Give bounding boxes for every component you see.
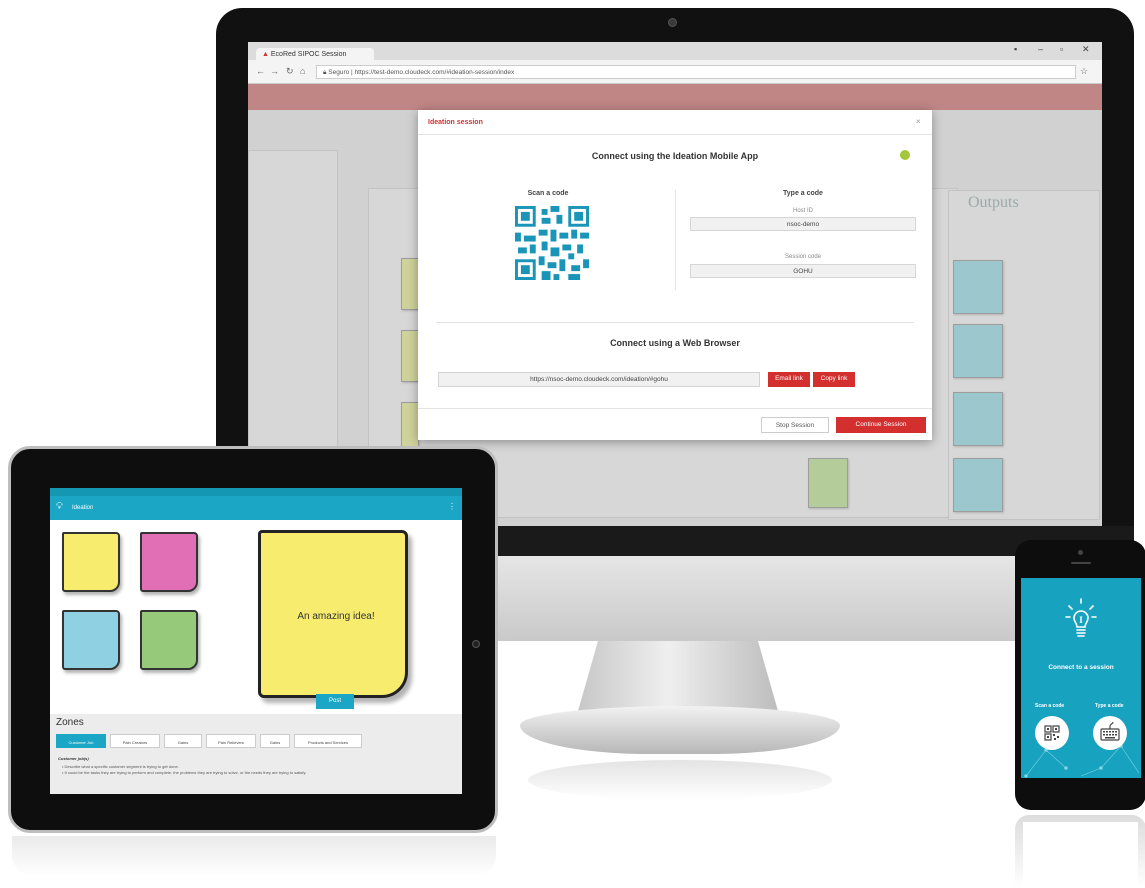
divider xyxy=(436,322,914,323)
phone-camera-icon xyxy=(1078,550,1083,555)
qr-code-icon xyxy=(1044,725,1060,741)
continue-session-button[interactable]: Continue Session xyxy=(836,417,926,433)
lightbulb-icon: 💡︎ xyxy=(56,501,63,512)
ideation-session-dialog: Ideation session × Connect using the Ide… xyxy=(418,110,932,440)
phone-screen: I Connect to a session Scan a code Type … xyxy=(1021,578,1141,778)
session-link-field[interactable]: https://nsoc-demo.cloudeck.com/ideation/… xyxy=(438,372,760,387)
divider xyxy=(418,134,932,135)
note-color-yellow[interactable] xyxy=(62,532,120,592)
restore-icon[interactable]: ▫ xyxy=(1060,44,1063,54)
keyboard-icon xyxy=(1100,721,1120,741)
zone-tab[interactable]: Customer Job xyxy=(56,734,106,748)
zone-tab[interactable]: Pain Creators xyxy=(110,734,160,748)
scan-code-label: Scan a code xyxy=(527,190,569,197)
phone-title: Connect to a session xyxy=(1048,664,1114,671)
tablet-reflection xyxy=(12,836,496,876)
web-browser-heading: Connect using a Web Browser xyxy=(610,338,740,348)
host-id-label: Host ID xyxy=(792,208,813,214)
browser-tab-bar: ▲ EcoRed SIPOC Session ▪ – ▫ ✕ xyxy=(248,42,1102,62)
tab-favicon-icon: ▲ xyxy=(262,51,269,58)
url-text: https://test-demo.cloudeck.com/#ideation… xyxy=(354,69,515,76)
bookmark-star-icon[interactable]: ☆ xyxy=(1080,66,1088,77)
zones-panel: Zones Customer Job Pain Creators Gains P… xyxy=(50,714,462,794)
minimize-icon[interactable]: – xyxy=(1038,44,1043,54)
webcam-icon xyxy=(668,18,677,27)
monitor-stand-neck xyxy=(578,641,778,711)
note-editor[interactable]: An amazing idea! xyxy=(258,530,408,698)
scan-code-button[interactable] xyxy=(1035,716,1069,750)
android-icon xyxy=(900,150,910,160)
divider xyxy=(675,190,676,290)
mobile-app-heading: Connect using the Ideation Mobile App xyxy=(591,151,759,161)
zone-heading: Customer job(s) xyxy=(58,756,89,761)
monitor-stand-reflection xyxy=(528,760,832,800)
tab-title: EcoRed SIPOC Session xyxy=(270,51,347,58)
app-title: Ideation xyxy=(72,505,94,511)
host-id-field[interactable]: nsoc-demo xyxy=(690,217,916,231)
lock-icon: 🔒︎ xyxy=(323,69,327,76)
session-code-field[interactable]: GOHU xyxy=(690,264,916,278)
qr-code xyxy=(515,206,589,280)
zone-tab[interactable]: Gains xyxy=(164,734,202,748)
zone-description-line: • It could be the tasks they are trying … xyxy=(62,770,307,775)
note-color-blue[interactable] xyxy=(62,610,120,670)
reload-icon[interactable]: ↻ xyxy=(286,66,294,77)
browser-address-bar: ← → ↻ ⌂ 🔒︎ Seguro | https://test-demo.cl… xyxy=(248,60,1102,84)
home-icon[interactable]: ⌂ xyxy=(300,66,305,76)
post-button[interactable]: Post xyxy=(316,694,354,709)
zone-description-text: Describe what a specific customer segmen… xyxy=(64,764,179,769)
back-icon[interactable]: ← xyxy=(256,66,265,76)
type-code-label: Type a code xyxy=(1095,703,1124,709)
url-secure-label: Seguro xyxy=(328,69,350,76)
forward-icon[interactable]: → xyxy=(270,66,279,76)
close-window-icon[interactable]: ✕ xyxy=(1082,44,1090,55)
note-color-pink[interactable] xyxy=(140,532,198,592)
account-icon[interactable]: ▪ xyxy=(1014,44,1017,54)
phone-speaker xyxy=(1071,562,1091,564)
email-link-button[interactable]: Email link xyxy=(768,372,810,387)
zone-description-line: • Describe what a specific customer segm… xyxy=(62,764,179,769)
dialog-title: Ideation session xyxy=(428,119,483,126)
zone-tab[interactable]: Gains xyxy=(260,734,290,748)
url-field[interactable]: 🔒︎ Seguro | https://test-demo.cloudeck.c… xyxy=(316,65,1076,79)
status-bar xyxy=(50,488,462,496)
divider xyxy=(418,408,932,409)
tablet-screen: 💡︎ Ideation ⋮ An amazing idea! Post Zone… xyxy=(50,488,462,794)
note-color-green[interactable] xyxy=(140,610,198,670)
more-menu-icon[interactable]: ⋮ xyxy=(448,502,456,511)
zone-tab[interactable]: Pain Relievers xyxy=(206,734,256,748)
phone-reflection-screen xyxy=(1023,822,1138,888)
lightbulb-icon: I xyxy=(1065,598,1097,637)
zones-title: Zones xyxy=(56,717,84,728)
monitor-chin xyxy=(497,556,1015,641)
type-code-button[interactable] xyxy=(1093,716,1127,750)
close-icon[interactable]: × xyxy=(916,117,921,126)
note-text: An amazing idea! xyxy=(297,611,375,622)
copy-link-button[interactable]: Copy link xyxy=(813,372,855,387)
zone-description-text: It could be the tasks they are trying to… xyxy=(64,770,307,775)
type-code-label: Type a code xyxy=(783,190,823,197)
app-bar: 💡︎ Ideation ⋮ xyxy=(50,496,462,520)
svg-text:I: I xyxy=(1079,615,1083,625)
monitor-stand-base xyxy=(520,706,840,754)
outputs-column-title: Outputs xyxy=(968,194,1019,211)
stop-session-button[interactable]: Stop Session xyxy=(761,417,829,433)
zone-tab[interactable]: Products and Services xyxy=(294,734,362,748)
session-code-label: Session code xyxy=(784,254,822,260)
scan-code-label: Scan a code xyxy=(1035,703,1065,709)
tablet-home-button xyxy=(472,640,480,648)
